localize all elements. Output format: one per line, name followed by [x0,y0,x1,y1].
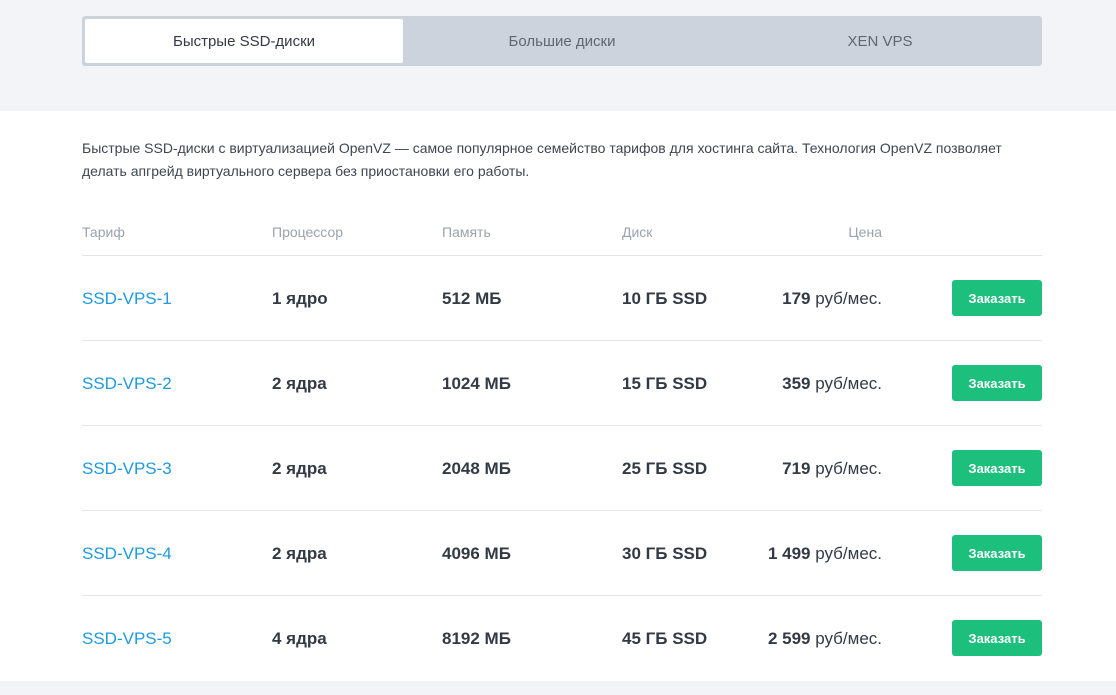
memory-value: 8192 МБ [442,629,511,648]
header-memory: Память [442,224,491,240]
price-amount: 179 [782,289,811,308]
table-row: SSD-VPS-2 2 ядра 1024 МБ 15 ГБ SSD 359 р… [82,341,1042,426]
price-value: 719 руб/мес. [782,459,882,479]
cpu-value: 4 ядра [272,629,327,648]
tariff-description: Быстрые SSD-диски с виртуализацией OpenV… [82,140,1002,179]
tariff-name-link[interactable]: SSD-VPS-4 [82,544,172,564]
table-header: Тариф Процессор Память Диск Цена [82,214,1042,256]
tab-bar: Быстрые SSD-диски Большие диски XEN VPS [82,16,1042,66]
price-amount: 719 [782,459,811,478]
table-row: SSD-VPS-1 1 ядро 512 МБ 10 ГБ SSD 179 ру… [82,256,1042,341]
order-button[interactable]: Заказать [952,365,1042,401]
price-amount: 2 599 [767,629,811,648]
cpu-value: 1 ядро [272,289,328,308]
price-value: 1 499 руб/мес. [768,544,882,564]
tab-xen-vps[interactable]: XEN VPS [721,19,1039,63]
order-button[interactable]: Заказать [952,280,1042,316]
tariff-name-link[interactable]: SSD-VPS-1 [82,289,172,309]
price-unit: руб/мес. [815,289,882,308]
header-price: Цена [848,224,882,240]
tariff-name-link[interactable]: SSD-VPS-3 [82,459,172,479]
tariff-table-body: SSD-VPS-1 1 ядро 512 МБ 10 ГБ SSD 179 ру… [82,256,1042,681]
table-row: SSD-VPS-4 2 ядра 4096 МБ 30 ГБ SSD 1 499… [82,511,1042,596]
header-cpu: Процессор [272,224,344,240]
price-value: 359 руб/мес. [782,374,882,394]
price-unit: руб/мес. [815,629,882,648]
tariff-name-link[interactable]: SSD-VPS-2 [82,374,172,394]
tabs-area: Быстрые SSD-диски Большие диски XEN VPS [0,0,1116,111]
disk-value: 45 ГБ SSD [622,629,708,648]
price-unit: руб/мес. [815,459,882,478]
table-row: SSD-VPS-5 4 ядра 8192 МБ 45 ГБ SSD 2 599… [82,596,1042,681]
tariff-name-link[interactable]: SSD-VPS-5 [82,629,172,649]
cpu-value: 2 ядра [272,374,327,393]
order-button[interactable]: Заказать [952,535,1042,571]
header-tariff: Тариф [82,224,125,240]
cpu-value: 2 ядра [272,544,327,563]
price-value: 2 599 руб/мес. [768,629,882,649]
price-amount: 1 499 [767,544,811,563]
disk-value: 30 ГБ SSD [622,544,708,563]
memory-value: 2048 МБ [442,459,511,478]
table-row: SSD-VPS-3 2 ядра 2048 МБ 25 ГБ SSD 719 р… [82,426,1042,511]
disk-value: 10 ГБ SSD [622,289,708,308]
price-unit: руб/мес. [815,544,882,563]
cpu-value: 2 ядра [272,459,327,478]
tariff-panel: Быстрые SSD-диски с виртуализацией OpenV… [0,111,1116,681]
price-value: 179 руб/мес. [782,289,882,309]
disk-value: 15 ГБ SSD [622,374,708,393]
tab-ssd[interactable]: Быстрые SSD-диски [85,19,403,63]
memory-value: 1024 МБ [442,374,511,393]
price-amount: 359 [782,374,811,393]
price-unit: руб/мес. [815,374,882,393]
order-button[interactable]: Заказать [952,620,1042,656]
order-button[interactable]: Заказать [952,450,1042,486]
memory-value: 512 МБ [442,289,502,308]
tab-big-disks[interactable]: Большие диски [403,19,721,63]
disk-value: 25 ГБ SSD [622,459,708,478]
header-disk: Диск [622,224,653,240]
memory-value: 4096 МБ [442,544,511,563]
